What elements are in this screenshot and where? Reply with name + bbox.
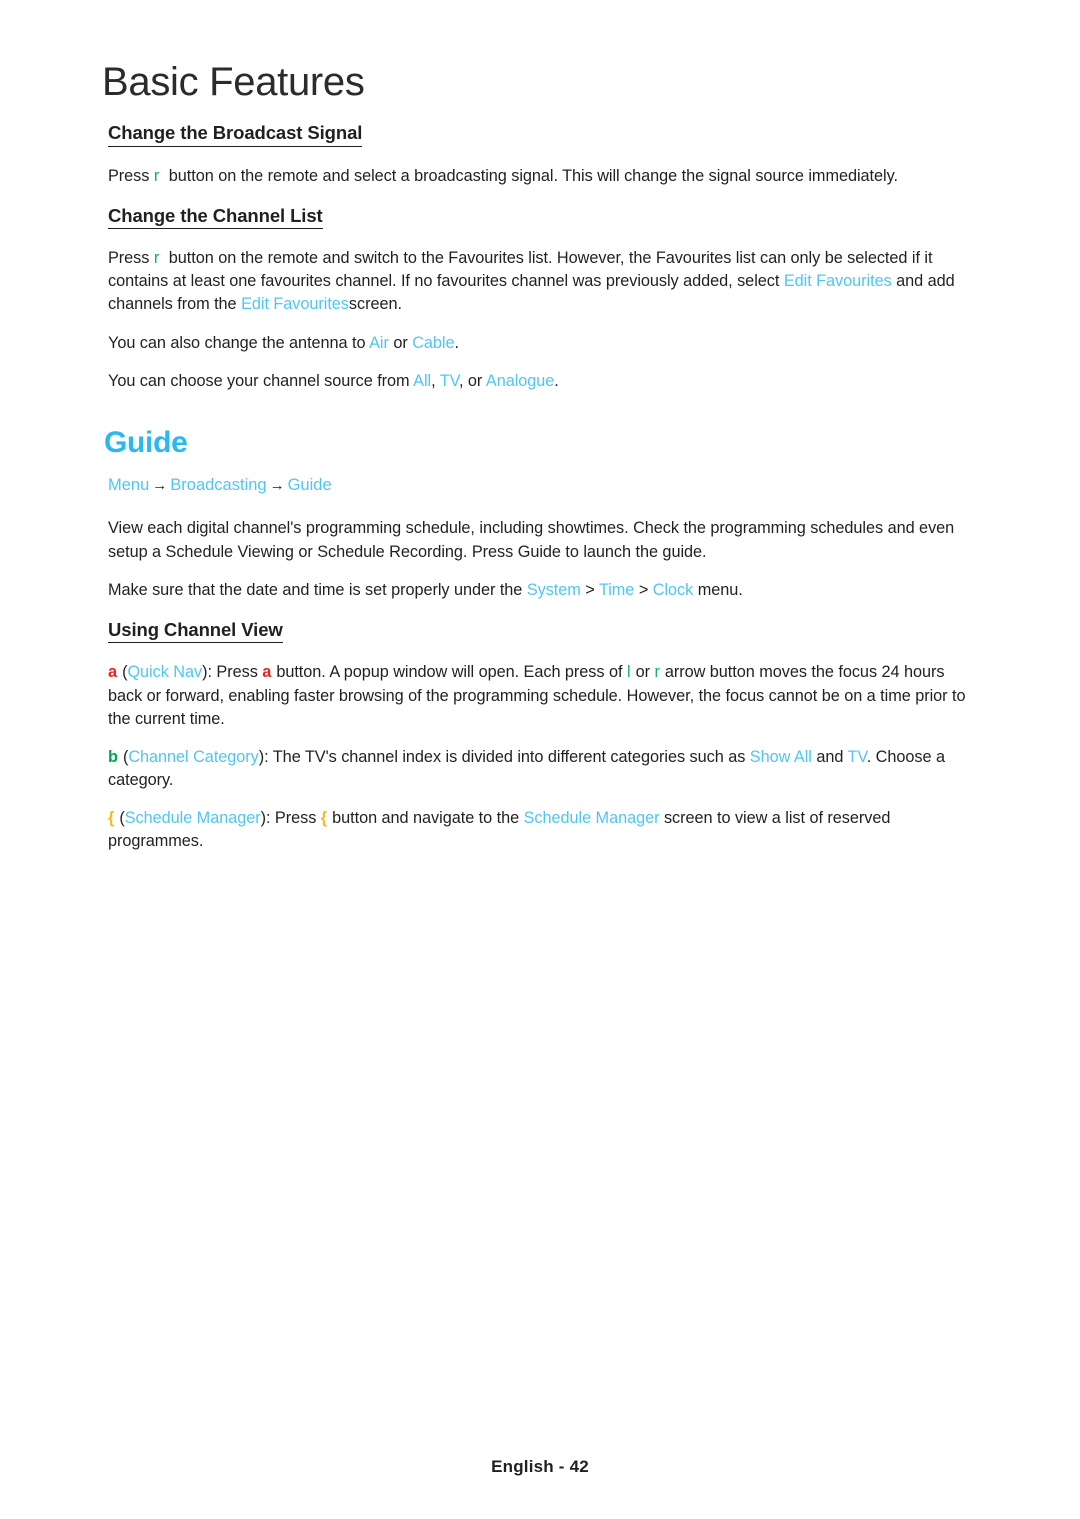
breadcrumb-item-broadcasting: Broadcasting: [170, 476, 267, 495]
text-fragment: ): Press: [202, 663, 258, 682]
remote-key-right: r: [654, 663, 660, 682]
text-fragment: , or: [458, 371, 483, 390]
text-fragment: You can choose your channel source from: [108, 371, 410, 390]
paragraph-quick-nav: a (Quick Nav): Press a button. A popup win…: [108, 661, 980, 730]
breadcrumb-item-menu: Menu: [108, 476, 150, 495]
arrow-right-icon: →: [152, 477, 168, 495]
text-fragment: or: [635, 663, 650, 682]
separator: >: [585, 580, 595, 599]
remote-key-r: r: [153, 166, 160, 185]
menu-term-schedule-manager: Schedule Manager: [523, 809, 660, 828]
remote-key-a: a: [108, 663, 118, 682]
text-fragment: Press: [108, 249, 150, 268]
menu-term-time: Time: [598, 580, 635, 599]
breadcrumb-item-guide: Guide: [287, 476, 332, 495]
text-fragment: Press: [108, 166, 150, 185]
paragraph-channel-category: b (Channel Category): The TV's channel in…: [108, 746, 980, 792]
section-heading-channel-list: Change the Channel List: [108, 206, 323, 230]
paragraph-guide-description: View each digital channel's programming …: [108, 519, 955, 561]
text-fragment: button and navigate to the: [332, 809, 520, 828]
text-fragment: You can also change the antenna to: [108, 333, 366, 352]
paragraph-channel-list: Press r button on the remote and switch …: [108, 247, 980, 316]
separator: >: [638, 580, 649, 599]
paragraph-broadcast-signal: Press r button on the remote and select …: [108, 165, 980, 188]
menu-term-edit-favourites: Edit Favourites: [241, 295, 349, 314]
remote-key-yellow: {: [320, 809, 328, 828]
text-fragment: .: [554, 371, 559, 390]
menu-term-quick-nav: Quick Nav: [127, 663, 203, 682]
paragraph-antenna: You can also change the antenna to Air o…: [108, 332, 980, 355]
text-fragment: or: [393, 333, 408, 352]
paragraph-channel-source: You can choose your channel source from …: [108, 370, 980, 393]
document-page: Basic Features Change the Broadcast Sign…: [0, 0, 1080, 1519]
section-channel-list: Change the Channel List: [108, 206, 980, 248]
menu-term-edit-favourites: Edit Favourites: [783, 272, 892, 291]
remote-key-yellow: {: [108, 809, 115, 828]
menu-term-tv: TV: [439, 371, 459, 390]
menu-term-schedule-manager: Schedule Manager: [124, 809, 261, 828]
text-fragment: ,: [431, 371, 436, 390]
menu-term-analogue: Analogue: [485, 371, 555, 390]
menu-term-clock: Clock: [652, 580, 694, 599]
text-fragment: Make sure that the date and time is set …: [108, 580, 523, 599]
menu-term-air: Air: [369, 333, 389, 352]
remote-key-b: b: [108, 747, 118, 766]
remote-key-a: a: [262, 663, 272, 682]
section-heading-broadcast-signal: Change the Broadcast Signal: [108, 123, 362, 147]
text-fragment: and: [816, 747, 844, 766]
text-fragment: ): Press: [260, 809, 317, 828]
remote-key-left: l: [626, 663, 631, 682]
text-fragment: screen.: [348, 295, 402, 314]
text-fragment: ): The TV's channel index is divided int…: [258, 747, 746, 766]
remote-key-r: r: [153, 249, 160, 268]
menu-term-show-all: Show All: [749, 747, 812, 766]
section-channel-view: Using Channel View: [108, 620, 980, 662]
paragraph-guide-clock: Make sure that the date and time is set …: [108, 579, 980, 602]
text-fragment: button on the remote and select a broadc…: [168, 166, 898, 185]
menu-term-channel-category: Channel Category: [128, 747, 259, 766]
section-heading-guide: Guide: [104, 425, 188, 459]
text-fragment: menu.: [697, 580, 743, 599]
menu-term-system: System: [526, 580, 581, 599]
section-broadcast-signal: Change the Broadcast Signal: [108, 123, 980, 165]
breadcrumb: Menu → Broadcasting → Guide: [108, 474, 980, 497]
arrow-right-icon: →: [269, 477, 285, 495]
text-fragment: .: [454, 333, 460, 352]
menu-term-tv: TV: [847, 747, 867, 766]
page-title: Basic Features: [102, 60, 365, 104]
text-fragment: button. A popup window will open. Each p…: [276, 663, 623, 682]
page-footer: English - 42: [491, 1457, 589, 1476]
menu-term-cable: Cable: [412, 333, 455, 352]
menu-term-all: All: [413, 371, 432, 390]
section-heading-channel-view: Using Channel View: [108, 620, 283, 644]
paragraph-schedule-manager: {(Schedule Manager): Press {button and n…: [108, 807, 980, 853]
